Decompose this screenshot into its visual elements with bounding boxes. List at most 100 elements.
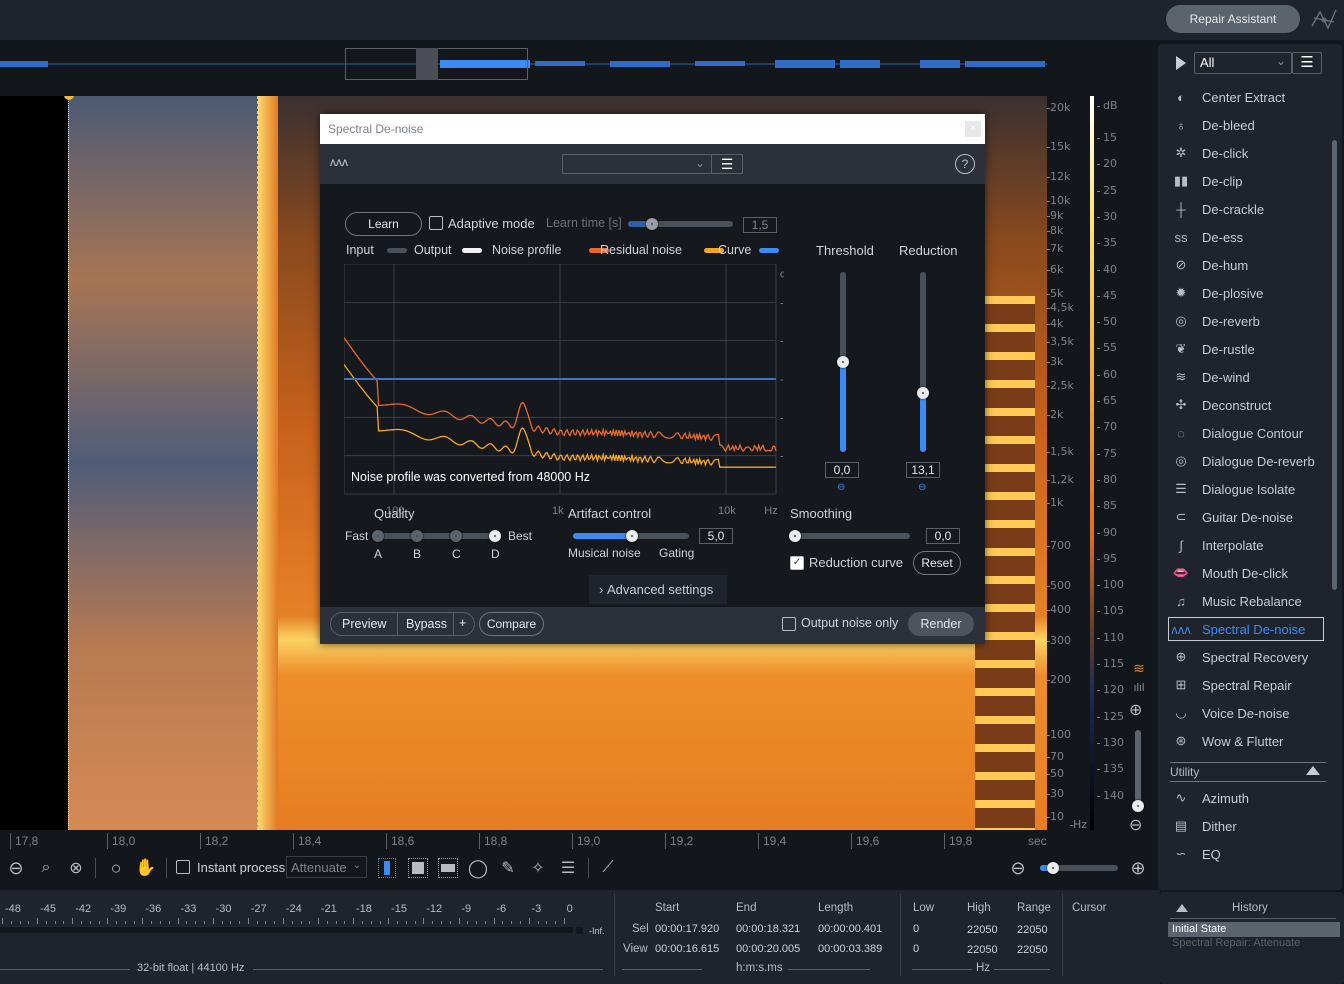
module-item[interactable]: ⊘ De-hum bbox=[1170, 253, 1249, 277]
smoothing-value[interactable]: 0,0 bbox=[926, 528, 960, 544]
zoom-out-horizontal-icon[interactable]: ⊖ bbox=[1006, 856, 1030, 880]
zoom-tool-icon[interactable]: ○ bbox=[104, 856, 128, 880]
artifact-control-value[interactable]: 5,0 bbox=[699, 528, 733, 544]
module-item[interactable]: ◎ Dialogue De-reverb bbox=[1170, 449, 1314, 473]
brush-tool-icon[interactable]: ✎ bbox=[496, 856, 520, 880]
module-item[interactable]: ◐ Center Extract bbox=[1170, 85, 1285, 109]
hand-tool-icon[interactable]: ✋ bbox=[134, 856, 158, 880]
harmonic-selection-icon[interactable]: ☰ bbox=[556, 856, 580, 880]
smoothing-slider[interactable] bbox=[792, 533, 910, 539]
legend-item[interactable]: Curve bbox=[718, 243, 751, 257]
module-item[interactable]: ┼ De-crackle bbox=[1170, 197, 1264, 221]
selection-value[interactable]: 00:00:00.401 bbox=[818, 923, 882, 935]
preset-select[interactable]: ⌄ bbox=[562, 154, 712, 174]
compare-button[interactable]: Compare bbox=[479, 612, 544, 636]
module-item[interactable]: ss De-ess bbox=[1170, 225, 1244, 249]
selection-value[interactable]: 22050 bbox=[1017, 924, 1048, 936]
vertical-zoom-slider[interactable] bbox=[1135, 730, 1141, 806]
module-list-scrollbar[interactable] bbox=[1332, 140, 1337, 590]
module-item[interactable]: ▮▮ De-clip bbox=[1170, 169, 1243, 193]
quality-step-b[interactable] bbox=[411, 530, 423, 542]
zoom-fit-icon[interactable]: ⊗ bbox=[64, 856, 88, 880]
module-item[interactable]: ✲ De-click bbox=[1170, 141, 1249, 165]
selection-value[interactable]: 22050 bbox=[1017, 944, 1048, 956]
selection-value[interactable]: 00:00:03.389 bbox=[818, 943, 882, 955]
adaptive-mode-checkbox[interactable] bbox=[429, 216, 443, 230]
module-filter-select[interactable]: All ⌄ bbox=[1194, 52, 1292, 74]
zoom-out-icon[interactable]: ⊖ bbox=[4, 856, 28, 880]
bypass-button[interactable]: Bypass bbox=[406, 617, 447, 631]
collapse-triangle-icon[interactable] bbox=[1176, 904, 1188, 912]
clip-indicator[interactable] bbox=[576, 927, 583, 934]
zoom-in-horizontal-icon[interactable]: ⊕ bbox=[1126, 856, 1150, 880]
output-noise-only-checkbox[interactable] bbox=[782, 617, 796, 631]
help-icon[interactable]: ? bbox=[955, 154, 975, 174]
threshold-value[interactable]: 0,0 bbox=[825, 462, 859, 478]
reduction-value[interactable]: 13,1 bbox=[906, 462, 940, 478]
module-item[interactable]: ❦ De-rustle bbox=[1170, 337, 1255, 361]
module-item[interactable]: 👄 Mouth De-click bbox=[1170, 561, 1288, 585]
zoom-in-vertical-icon[interactable]: ⊕ bbox=[1129, 700, 1149, 720]
module-item[interactable]: ◌ Dialogue Contour bbox=[1170, 421, 1303, 445]
collapse-triangle-icon[interactable] bbox=[1306, 766, 1320, 775]
module-item[interactable]: ⊂ Guitar De-noise bbox=[1170, 505, 1294, 529]
zoom-out-vertical-icon[interactable]: ⊖ bbox=[1129, 815, 1149, 835]
utility-item[interactable]: ▤ Dither bbox=[1170, 814, 1237, 838]
module-item[interactable]: ≋ De-wind bbox=[1170, 365, 1250, 389]
module-item[interactable]: ✣ Deconstruct bbox=[1170, 393, 1272, 417]
module-item[interactable]: ✹ De-plosive bbox=[1170, 281, 1264, 305]
selection-value[interactable]: 0 bbox=[913, 923, 919, 935]
artifact-control-knob[interactable] bbox=[626, 530, 638, 542]
time-selection-tool-icon[interactable] bbox=[378, 858, 396, 878]
selection-value[interactable]: 00:00:18.321 bbox=[736, 923, 800, 935]
close-icon[interactable]: × bbox=[965, 121, 981, 137]
magic-wand-icon[interactable]: ✧ bbox=[526, 856, 550, 880]
link-reduction-icon[interactable]: ⊖ bbox=[918, 482, 926, 493]
quality-step-c[interactable] bbox=[450, 530, 462, 542]
time-freq-selection-tool-icon[interactable] bbox=[408, 858, 428, 878]
play-icon[interactable] bbox=[1176, 56, 1186, 70]
module-item[interactable]: ⊕ Spectral Recovery bbox=[1170, 645, 1309, 669]
legend-item[interactable]: Output bbox=[414, 243, 452, 257]
legend-item[interactable]: Residual noise bbox=[600, 243, 682, 257]
learn-time-knob[interactable] bbox=[646, 218, 658, 230]
preview-button[interactable]: Preview bbox=[342, 617, 386, 631]
learn-button[interactable]: Learn bbox=[345, 212, 422, 236]
selection-value[interactable]: 00:00:16.615 bbox=[655, 943, 719, 955]
zoom-selection-icon[interactable]: ⌕ bbox=[34, 856, 58, 880]
quality-step-a[interactable] bbox=[372, 530, 384, 542]
dialog-title-bar[interactable]: Spectral De-noise bbox=[320, 114, 985, 144]
legend-item[interactable]: Input bbox=[346, 243, 374, 257]
reset-button[interactable]: Reset bbox=[913, 551, 961, 575]
freq-selection-tool-icon[interactable] bbox=[438, 858, 458, 878]
envelope-tool-icon[interactable]: ⟋ bbox=[596, 856, 620, 880]
history-item-selected[interactable]: Initial State bbox=[1168, 922, 1340, 937]
preset-menu-button[interactable]: ☰ bbox=[711, 154, 743, 174]
advanced-settings-toggle[interactable]: › Advanced settings bbox=[589, 575, 727, 604]
vertical-zoom-knob[interactable] bbox=[1132, 800, 1144, 812]
legend-item[interactable]: Noise profile bbox=[492, 243, 561, 257]
selection-value[interactable]: 22050 bbox=[967, 944, 998, 956]
module-item[interactable]: ♫ Music Rebalance bbox=[1170, 589, 1302, 613]
selection-value[interactable]: 00:00:17.920 bbox=[655, 923, 719, 935]
lasso-tool-icon[interactable]: ◯ bbox=[466, 856, 490, 880]
module-item[interactable]: ⊛ Wow & Flutter bbox=[1170, 729, 1284, 753]
module-item[interactable]: ◡ Voice De-noise bbox=[1170, 701, 1289, 725]
slider-knob[interactable] bbox=[917, 386, 929, 399]
waveform-overview[interactable] bbox=[0, 40, 1160, 90]
render-button[interactable]: Render bbox=[908, 612, 974, 636]
quality-slider[interactable] bbox=[377, 533, 497, 539]
module-item[interactable]: ⊞ Spectral Repair bbox=[1170, 673, 1292, 697]
spectrogram-mode-icon[interactable]: ≋ bbox=[1130, 660, 1148, 676]
utility-item[interactable]: ∿ Azimuth bbox=[1170, 786, 1249, 810]
process-mode-select[interactable]: Attenuate ⌄ bbox=[286, 856, 367, 878]
module-item[interactable]: ∫ Interpolate bbox=[1170, 533, 1263, 557]
horizontal-zoom-knob[interactable] bbox=[1047, 862, 1059, 874]
module-item[interactable]: ʌʌʌ Spectral De-noise bbox=[1168, 617, 1324, 641]
repair-assistant-button[interactable]: Repair Assistant bbox=[1166, 5, 1300, 33]
reduction-curve-checkbox[interactable]: ✓ bbox=[790, 556, 804, 570]
module-item[interactable]: ♁ De-bleed bbox=[1170, 113, 1255, 137]
module-menu-button[interactable]: ☰ bbox=[1292, 52, 1322, 74]
learn-time-value[interactable]: 1,5 bbox=[743, 217, 777, 233]
add-compare-button[interactable]: + bbox=[459, 616, 466, 630]
